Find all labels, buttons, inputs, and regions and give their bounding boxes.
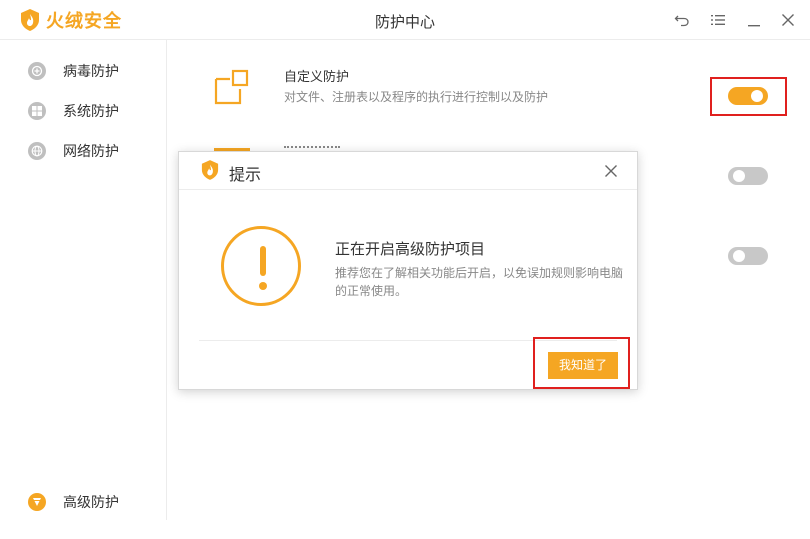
custom-protection-icon [214, 69, 249, 105]
windows-icon [28, 102, 46, 120]
sidebar-item-label: 高级防护 [63, 495, 119, 511]
toggle-knob [733, 170, 745, 182]
globe-icon [28, 142, 46, 160]
dialog-body: 推荐您在了解相关功能后开启，以免误加规则影响电脑的正常使用。 [335, 266, 624, 298]
row-2-title-partial [284, 146, 340, 150]
toggle-highlight-box [710, 77, 787, 116]
warning-icon [221, 226, 301, 306]
close-icon[interactable] [778, 10, 798, 30]
virus-shield-icon [28, 62, 46, 80]
warning-icon-bar [260, 246, 266, 276]
row-3-toggle[interactable] [728, 247, 768, 265]
button-highlight-box [533, 337, 630, 389]
advanced-shield-icon [28, 493, 46, 511]
title-bar: 火绒安全 防护中心 [0, 0, 810, 40]
sidebar-item-label: 网络防护 [63, 144, 119, 160]
toggle-knob [733, 250, 745, 262]
dialog-header: 提示 [179, 152, 637, 190]
menu-icon[interactable] [708, 10, 728, 30]
sidebar-item-advanced-protection[interactable]: 高级防护 [28, 491, 119, 513]
undo-icon[interactable] [672, 10, 692, 30]
minimize-icon[interactable] [744, 10, 764, 30]
row-description-custom-protection: 对文件、注册表以及程序的执行进行控制以及防护 [284, 90, 549, 104]
sidebar-item-label: 系统防护 [63, 104, 119, 120]
sidebar-item-system-protection[interactable]: 系统防护 [28, 100, 119, 122]
sidebar-item-network-protection[interactable]: 网络防护 [28, 140, 119, 162]
row-title-custom-protection: 自定义防护 [284, 70, 350, 85]
sidebar-item-label: 病毒防护 [63, 64, 119, 80]
sidebar: 病毒防护 系统防护 网络防护 高级防护 [0, 40, 167, 520]
dialog-title: 提示 [229, 165, 262, 184]
row-2-toggle[interactable] [728, 167, 768, 185]
warning-icon-dot [259, 282, 267, 290]
dialog-heading: 正在开启高级防护项目 [335, 240, 486, 258]
dialog-close-icon[interactable] [603, 163, 619, 179]
huorong-logo-icon [201, 160, 219, 180]
sidebar-item-virus-protection[interactable]: 病毒防护 [28, 60, 119, 82]
